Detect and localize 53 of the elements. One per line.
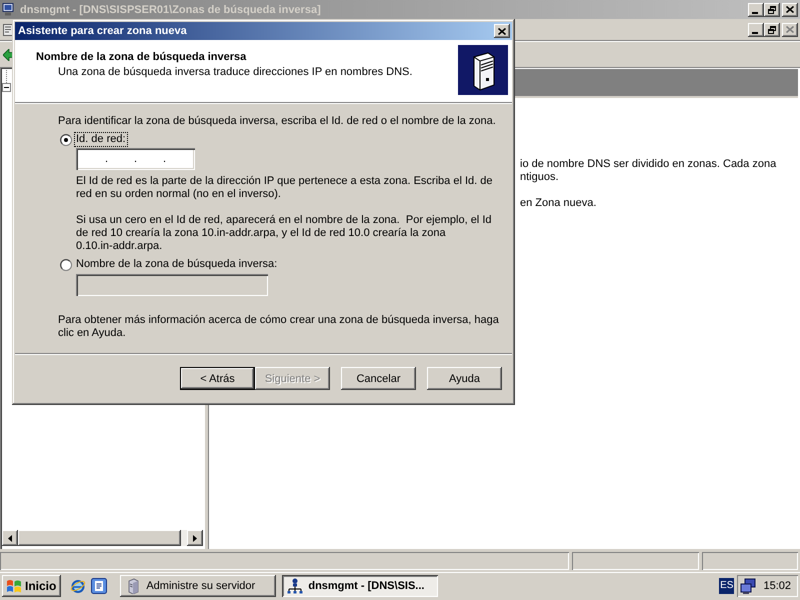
- horizontal-scrollbar[interactable]: [2, 530, 203, 546]
- scroll-right-button[interactable]: [187, 530, 203, 546]
- explanation-text: Si usa un cero en el Id de red, aparecerá en el nombre de la zona. Por ejemplo, el Id de red 10 crearía la zona 10.in-addr.arpa, y el Id de red 10.0 crearía la zona 0.10.in-addr.arpa.: [76, 214, 492, 253]
- start-button[interactable]: Inicio: [2, 575, 62, 597]
- window-icon[interactable]: [3, 24, 13, 36]
- radio-option[interactable]: Nombre de la zona de búsqueda inversa:: [60, 258, 278, 271]
- help-text: Para obtener más información acerca de cómo crear una zona de búsqueda inversa, haga clic en Ayuda.: [58, 314, 500, 340]
- document-icon[interactable]: [91, 578, 108, 594]
- network-tree-icon: [287, 578, 304, 594]
- language-indicator[interactable]: ES: [719, 578, 734, 594]
- scroll-left-button[interactable]: [2, 530, 18, 546]
- description-text: ntiguos.: [520, 171, 559, 184]
- clock: 15:02: [763, 580, 791, 592]
- flag-icon: [6, 578, 22, 594]
- dialog-button[interactable]: Cancelar: [341, 367, 416, 390]
- explanation-text: El Id de red es la parte de la dirección IP que pertenece a esta zona. Escriba el Id. de red en su orden normal (no en el inverso).: [76, 175, 494, 201]
- ip-address-field[interactable]: . . .: [76, 148, 195, 170]
- restore-button[interactable]: [764, 2, 780, 16]
- radio-option[interactable]: Id. de red:: [60, 133, 127, 146]
- page-subtitle: Una zona de búsqueda inversa traduce direcciones IP en nombres DNS.: [58, 66, 412, 78]
- minimize-button[interactable]: [748, 22, 764, 36]
- instruction-text: Para identificar la zona de búsqueda inversa, escriba el Id. de red o el nombre de la zona.: [58, 115, 497, 128]
- radio-button[interactable]: [60, 258, 72, 270]
- close-icon: [786, 26, 794, 33]
- restore-button[interactable]: [764, 22, 780, 36]
- globe-icon[interactable]: [70, 578, 86, 594]
- minimize-button[interactable]: [748, 2, 764, 16]
- taskbar-button[interactable]: dnsmgmt - [DNS\SIS...: [282, 575, 438, 597]
- radio-button[interactable]: [60, 134, 72, 146]
- dialog-button[interactable]: Ayuda: [427, 367, 502, 390]
- close-button[interactable]: [494, 24, 510, 38]
- description-text: en Zona nueva.: [520, 197, 596, 210]
- description-text: io de nombre DNS ser dividido en zonas. Cada zona: [520, 158, 776, 171]
- close-button[interactable]: [782, 2, 798, 16]
- page-title: Nombre de la zona de búsqueda inversa: [36, 51, 246, 63]
- close-icon: [498, 28, 506, 34]
- computer-icon: [2, 3, 14, 16]
- server-icon: [458, 45, 508, 95]
- scroll-thumb[interactable]: [18, 530, 181, 546]
- left-arrow-icon: [8, 534, 12, 542]
- taskbar-button[interactable]: Administre su servidor: [120, 575, 276, 597]
- minimize-icon: [752, 32, 758, 34]
- restore-icon: [768, 26, 776, 34]
- tree-expander-icon[interactable]: [2, 70, 11, 92]
- window-title: dnsmgmt - [DNS\SISPSER01\Zonas de búsqueda inversa]: [20, 4, 321, 16]
- minimize-icon: [752, 12, 758, 14]
- back-arrow-icon[interactable]: [3, 48, 14, 60]
- right-arrow-icon: [193, 534, 197, 542]
- restore-icon: [768, 6, 776, 14]
- dialog-button[interactable]: < Atrás: [180, 367, 255, 390]
- dialog-title: Asistente para crear zona nueva: [18, 25, 187, 37]
- computers-icon[interactable]: [740, 578, 756, 594]
- close-icon: [786, 6, 794, 13]
